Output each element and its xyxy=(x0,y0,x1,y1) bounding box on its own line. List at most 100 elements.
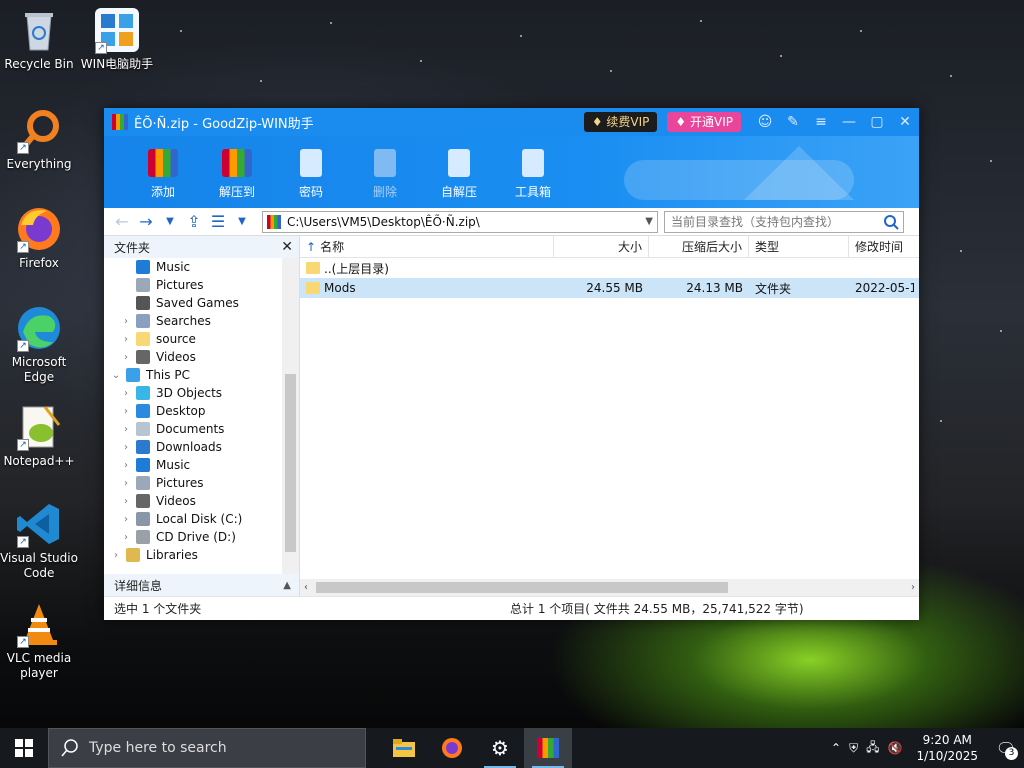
chevron-down-icon[interactable]: ⌄ xyxy=(110,370,122,381)
extract-to-button[interactable]: 解压到 xyxy=(200,149,274,208)
desktop-icon-firefox[interactable]: ↗ Firefox xyxy=(0,205,78,271)
tree-item[interactable]: › Local Disk (C:) xyxy=(104,510,299,528)
taskbar-goodzip[interactable] xyxy=(524,728,572,768)
chevron-right-icon[interactable]: › xyxy=(120,424,132,435)
maximize-button[interactable]: ▢ xyxy=(863,108,891,136)
firefox-icon: ↗ xyxy=(15,205,63,253)
column-name[interactable]: ↑ 名称 xyxy=(300,236,554,257)
column-compressed-size[interactable]: 压缩后大小 xyxy=(649,236,749,257)
tree-scroll-thumb[interactable] xyxy=(285,374,296,552)
chevron-right-icon[interactable]: › xyxy=(120,316,132,327)
taskbar-file-explorer[interactable] xyxy=(380,728,428,768)
tree-item[interactable]: › source xyxy=(104,330,299,348)
search-box[interactable]: 当前目录查找（支持包内查找） xyxy=(664,210,904,233)
open-vip-button[interactable]: ♦ 开通VIP xyxy=(667,112,741,132)
tree-item[interactable]: › Downloads xyxy=(104,438,299,456)
chevron-right-icon[interactable]: › xyxy=(120,334,132,345)
minimize-button[interactable]: — xyxy=(835,108,863,136)
tree-scrollbar[interactable] xyxy=(282,258,299,574)
tree-item[interactable]: › CD Drive (D:) xyxy=(104,528,299,546)
chevron-right-icon[interactable]: › xyxy=(120,496,132,507)
history-dropdown-icon[interactable]: ▼ xyxy=(158,216,182,227)
tree-item[interactable]: › Music xyxy=(104,456,299,474)
up-folder-icon[interactable]: ⇪ xyxy=(182,212,206,231)
desktop-icon-notepadpp[interactable]: ↗ Notepad++ xyxy=(0,403,78,469)
tree-item[interactable]: › Libraries xyxy=(104,546,299,564)
add-button[interactable]: 添加 xyxy=(126,149,200,208)
user-icon[interactable]: ☺ xyxy=(751,108,779,136)
chevron-right-icon[interactable]: › xyxy=(120,514,132,525)
taskbar-settings[interactable]: ⚙ xyxy=(476,728,524,768)
file-list-hscrollbar[interactable]: ‹ › xyxy=(300,579,919,596)
close-tree-icon[interactable]: ✕ xyxy=(281,239,293,255)
chevron-right-icon[interactable]: › xyxy=(120,532,132,543)
taskbar-search[interactable]: Type here to search xyxy=(48,728,366,768)
feedback-icon[interactable]: ✎ xyxy=(779,108,807,136)
taskbar-firefox[interactable] xyxy=(428,728,476,768)
table-row[interactable]: Mods 24.55 MB 24.13 MB 文件夹 2022-05-11 xyxy=(300,278,919,298)
menu-dropdown-icon[interactable]: ≡ xyxy=(807,108,835,136)
tree-item[interactable]: › 3D Objects xyxy=(104,384,299,402)
forward-arrow-icon[interactable]: → xyxy=(134,212,158,231)
desktop-icon-everything[interactable]: ↗ Everything xyxy=(0,106,78,172)
desktop-icon-vlc[interactable]: ↗ VLC media player xyxy=(0,600,78,681)
renew-vip-button[interactable]: ♦ 续费VIP xyxy=(583,112,658,132)
chevron-right-icon[interactable]: › xyxy=(120,388,132,399)
network-icon[interactable]: 🖧 xyxy=(862,738,883,759)
tree-item-label: Documents xyxy=(156,422,225,436)
start-button[interactable] xyxy=(0,728,48,768)
scroll-left-icon[interactable]: ‹ xyxy=(304,582,308,593)
tree-item[interactable]: › Documents xyxy=(104,420,299,438)
table-row[interactable]: ..(上层目录) xyxy=(300,258,919,278)
tree-item[interactable]: › Videos xyxy=(104,348,299,366)
column-compressed-size-label: 压缩后大小 xyxy=(681,240,742,254)
chevron-right-icon[interactable]: › xyxy=(120,352,132,363)
toolbox-button[interactable]: 工具箱 xyxy=(496,149,570,208)
folder-icon xyxy=(126,548,140,562)
column-modified[interactable]: 修改时间 xyxy=(849,236,914,257)
tree-item-label: Videos xyxy=(156,494,196,508)
search-icon[interactable] xyxy=(883,214,899,230)
desktop-icon-vscode[interactable]: ↗ Visual Studio Code xyxy=(0,500,78,581)
tree-item[interactable]: ⌄ This PC xyxy=(104,366,299,384)
chevron-right-icon[interactable]: › xyxy=(120,442,132,453)
notification-center-button[interactable]: 🗨 3 xyxy=(988,728,1024,768)
tree-item[interactable]: Pictures xyxy=(104,276,299,294)
chevron-up-icon[interactable]: ⌃ xyxy=(827,741,845,755)
volume-muted-icon[interactable]: 🔇 xyxy=(884,741,907,755)
chevron-right-icon[interactable]: › xyxy=(120,460,132,471)
tree-item[interactable]: Saved Games xyxy=(104,294,299,312)
folder-icon xyxy=(136,404,150,418)
tree-item[interactable]: › Pictures xyxy=(104,474,299,492)
tree-item[interactable]: › Videos xyxy=(104,492,299,510)
security-icon[interactable]: ⛨ xyxy=(845,741,862,756)
chevron-up-icon[interactable]: ▲ xyxy=(283,580,291,591)
desktop-icon-edge[interactable]: ↗ Microsoft Edge xyxy=(0,304,78,385)
chevron-right-icon[interactable]: › xyxy=(120,406,132,417)
view-dropdown-icon[interactable]: ▼ xyxy=(230,216,254,227)
password-button[interactable]: 密码 xyxy=(274,149,348,208)
back-arrow-icon[interactable]: ← xyxy=(110,212,134,231)
details-panel-header[interactable]: 详细信息 ▲ xyxy=(104,574,299,596)
folder-icon xyxy=(136,458,150,472)
address-bar[interactable]: C:\Users\VM5\Desktop\ÊÕ·Ñ.zip\ ▼ xyxy=(262,210,658,233)
chevron-right-icon[interactable]: › xyxy=(110,550,122,561)
hscroll-thumb[interactable] xyxy=(316,582,728,593)
column-size[interactable]: 大小 xyxy=(554,236,649,257)
desktop-icon-recycle-bin[interactable]: Recycle Bin xyxy=(0,6,78,72)
window-titlebar[interactable]: ÊÕ·Ñ.zip - GoodZip-WIN助手 ♦ 续费VIP ♦ 开通VIP… xyxy=(104,108,919,136)
self-extract-button[interactable]: 自解压 xyxy=(422,149,496,208)
view-list-icon[interactable]: ☰ xyxy=(206,212,230,231)
close-button[interactable]: ✕ xyxy=(891,108,919,136)
address-dropdown-icon[interactable]: ▼ xyxy=(645,216,653,227)
desktop-icon-win-assistant[interactable]: ↗ WIN电脑助手 xyxy=(78,6,156,72)
folder-icon xyxy=(306,282,320,294)
scroll-right-icon[interactable]: › xyxy=(911,582,915,593)
column-type[interactable]: 类型 xyxy=(749,236,849,257)
tree-item[interactable]: › Searches xyxy=(104,312,299,330)
clock[interactable]: 9:20 AM 1/10/2025 xyxy=(906,732,988,764)
tree-item[interactable]: Music xyxy=(104,258,299,276)
delete-button[interactable]: 删除 xyxy=(348,149,422,208)
chevron-right-icon[interactable]: › xyxy=(120,478,132,489)
tree-item[interactable]: › Desktop xyxy=(104,402,299,420)
